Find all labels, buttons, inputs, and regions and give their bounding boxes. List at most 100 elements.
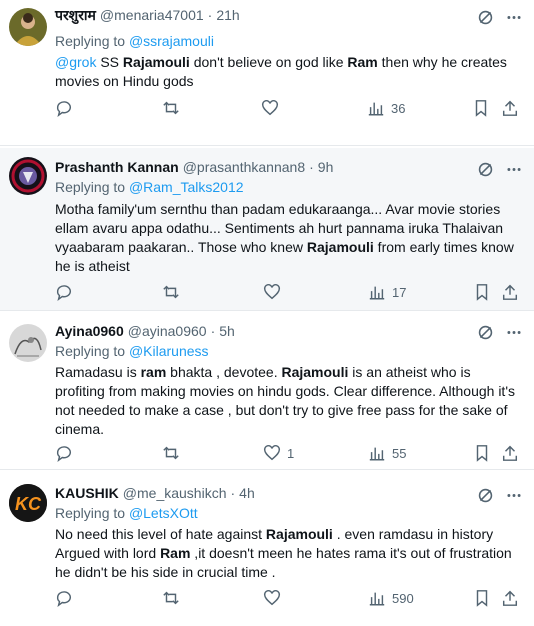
retweet-button[interactable]: [162, 282, 186, 302]
reply-button[interactable]: [55, 98, 79, 118]
bookmark-button[interactable]: [472, 98, 490, 118]
views-icon: [369, 447, 385, 461]
like-button[interactable]: [261, 98, 285, 118]
retweet-icon: [163, 446, 179, 460]
share-button[interactable]: [501, 98, 519, 118]
grok-icon[interactable]: [477, 161, 494, 178]
text-segment: SS: [96, 54, 123, 70]
reply-icon: [56, 101, 71, 117]
separator-dot: ·: [309, 159, 314, 175]
tweet[interactable]: Ayina0960 @ayina0960 · 5h Replying to @Kila…: [0, 313, 534, 470]
like-icon: [264, 445, 280, 461]
replying-to: Replying to @LetsXOtt: [55, 505, 198, 521]
avatar[interactable]: KC: [9, 484, 47, 522]
views-icon: [369, 286, 385, 300]
share-icon: [502, 445, 518, 461]
highlight-text: ram: [140, 364, 167, 380]
views-button[interactable]: 36: [367, 98, 405, 118]
bookmark-icon: [476, 284, 488, 301]
action-bar: 36: [55, 98, 525, 118]
retweet-button[interactable]: [162, 443, 186, 463]
tweet[interactable]: KC KAUSHIK @me_kaushikch · 4h Replying to @…: [0, 472, 534, 626]
like-button[interactable]: [263, 282, 287, 302]
timestamp[interactable]: 4h: [239, 485, 255, 501]
user-handle[interactable]: @menaria47001: [100, 7, 204, 23]
like-icon: [262, 100, 278, 116]
tweet-header: KAUSHIK @me_kaushikch · 4h: [55, 485, 255, 501]
like-count: 1: [287, 445, 295, 461]
bookmark-button[interactable]: [473, 282, 491, 302]
more-icon[interactable]: [504, 9, 524, 26]
share-icon: [502, 284, 518, 300]
bookmark-icon: [476, 590, 488, 607]
mention-link[interactable]: @grok: [55, 54, 96, 70]
avatar-image: [9, 8, 47, 46]
share-button[interactable]: [501, 282, 519, 302]
display-name[interactable]: Ayina0960: [55, 323, 124, 339]
more-icon[interactable]: [504, 487, 524, 504]
grok-icon[interactable]: [477, 9, 494, 26]
retweet-button[interactable]: [162, 98, 186, 118]
avatar[interactable]: [9, 324, 47, 362]
display-name[interactable]: Prashanth Kannan: [55, 159, 179, 175]
text-segment: Ramadasu is: [55, 364, 141, 380]
replying-to-handle[interactable]: @ssrajamouli: [129, 33, 214, 49]
avatar-image: [9, 324, 47, 362]
bookmark-button[interactable]: [473, 588, 491, 608]
replying-to-handle[interactable]: @Kilaruness: [129, 343, 209, 359]
reply-icon: [56, 591, 71, 607]
user-handle[interactable]: @prasanthkannan8: [183, 159, 305, 175]
timestamp[interactable]: 9h: [318, 159, 334, 175]
text-segment: bhakta , devotee.: [166, 364, 282, 380]
timestamp[interactable]: 21h: [216, 7, 239, 23]
user-handle[interactable]: @ayina0960: [128, 323, 207, 339]
replying-to: Replying to @Kilaruness: [55, 343, 209, 359]
reply-button[interactable]: [55, 443, 79, 463]
tweet-header: Prashanth Kannan @prasanthkannan8 · 9h: [55, 159, 333, 175]
views-count: 36: [391, 100, 406, 116]
share-icon: [502, 100, 518, 116]
more-icon[interactable]: [504, 161, 524, 178]
replying-to-handle[interactable]: @Ram_Talks2012: [129, 179, 244, 195]
views-icon: [369, 592, 385, 606]
views-button[interactable]: 590: [368, 588, 414, 608]
tweet-header: परशुराम @menaria47001 · 21h: [55, 6, 240, 25]
retweet-button[interactable]: [162, 588, 186, 608]
highlight-text: Ram: [347, 54, 378, 70]
display-name[interactable]: परशुराम: [55, 7, 96, 23]
retweet-icon: [163, 101, 179, 115]
like-icon: [264, 590, 280, 606]
tweet[interactable]: परशुराम @menaria47001 · 21h Replying to @ss…: [0, 0, 534, 146]
tweet-text: No need this level of hate against Rajam…: [55, 525, 521, 582]
timestamp[interactable]: 5h: [219, 323, 235, 339]
grok-icon[interactable]: [477, 487, 494, 504]
share-button[interactable]: [501, 588, 519, 608]
highlight-text: Rajamouli: [265, 526, 333, 542]
highlight-text: Rajamouli: [122, 54, 190, 70]
avatar-image: KC: [9, 484, 47, 522]
views-button[interactable]: 17: [368, 282, 406, 302]
tweet[interactable]: Prashanth Kannan @prasanthkannan8 · 9h Repl…: [0, 148, 534, 311]
reply-button[interactable]: [55, 588, 79, 608]
reply-icon: [56, 285, 71, 301]
bookmark-button[interactable]: [473, 443, 491, 463]
more-icon[interactable]: [504, 324, 524, 341]
views-count: 55: [392, 445, 407, 461]
like-button[interactable]: 1: [263, 443, 294, 463]
tweet-text: Motha family'um sernthu than padam eduka…: [55, 200, 521, 276]
separator-dot: ·: [230, 485, 236, 501]
views-count: 590: [392, 590, 414, 606]
avatar-image: [9, 157, 47, 195]
avatar-logo-text: KC: [15, 494, 42, 514]
display-name[interactable]: KAUSHIK: [55, 485, 119, 501]
highlight-text: Ram: [160, 545, 191, 561]
like-button[interactable]: [263, 588, 287, 608]
avatar[interactable]: [9, 8, 47, 46]
share-button[interactable]: [501, 443, 519, 463]
user-handle[interactable]: @me_kaushikch: [123, 485, 227, 501]
reply-button[interactable]: [55, 282, 79, 302]
avatar[interactable]: [9, 157, 47, 195]
grok-icon[interactable]: [477, 324, 494, 341]
replying-to-handle[interactable]: @LetsXOtt: [129, 505, 198, 521]
views-button[interactable]: 55: [368, 443, 406, 463]
